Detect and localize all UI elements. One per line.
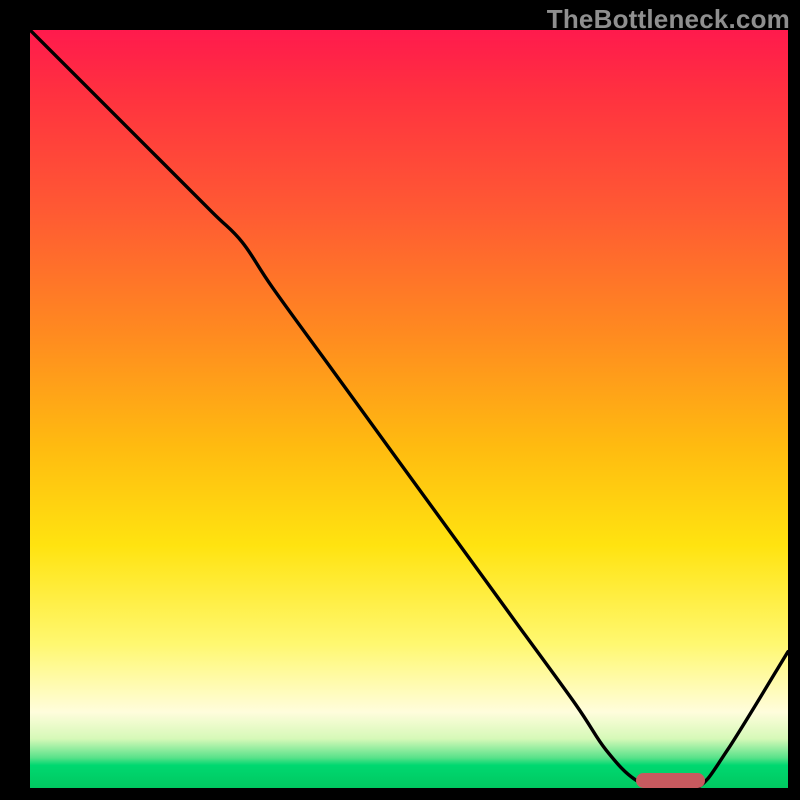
bottleneck-curve <box>30 30 788 788</box>
watermark-text: TheBottleneck.com <box>547 4 790 35</box>
chart-plot-area <box>30 30 788 788</box>
optimal-zone-marker <box>636 773 704 788</box>
